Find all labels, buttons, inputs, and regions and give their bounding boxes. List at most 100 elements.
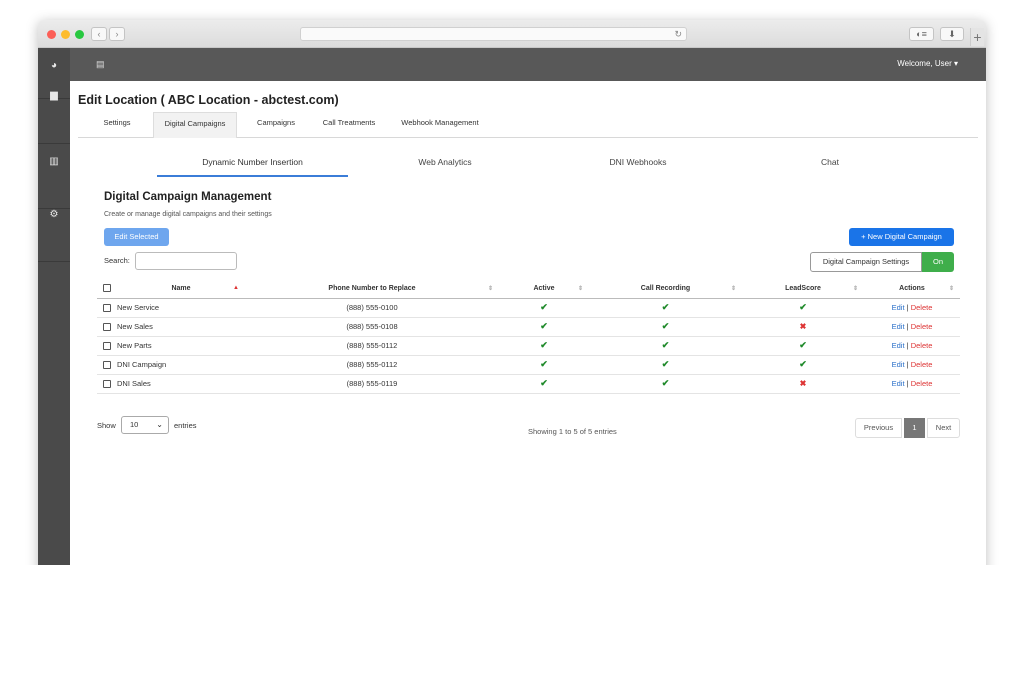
sort-icon[interactable]: ⇕ [949, 285, 954, 292]
edit-link[interactable]: Edit [892, 360, 905, 369]
header-phone[interactable]: Phone Number to Replace ⇕ [245, 279, 499, 299]
sort-asc-icon[interactable]: ▲ [233, 285, 239, 291]
active-check-icon: ✔ [499, 374, 589, 394]
row-select-cell [97, 317, 117, 337]
tab-digital-campaigns[interactable]: Digital Campaigns [153, 112, 237, 138]
search-input[interactable] [135, 252, 237, 270]
page-size-select[interactable]: 10 ⌄ [121, 416, 169, 434]
row-actions: Edit | Delete [864, 336, 960, 356]
close-window-button[interactable] [47, 30, 56, 39]
row-checkbox[interactable] [103, 361, 111, 369]
campaign-name: DNI Sales [117, 374, 245, 394]
url-bar[interactable]: ↻ [300, 27, 687, 41]
sort-icon[interactable]: ⇕ [731, 285, 736, 292]
action-separator: | [906, 303, 909, 312]
main-tabs: Settings Digital Campaigns Campaigns Cal… [78, 112, 978, 138]
table-row: DNI Sales (888) 555-0119 ✔ ✔ ✖ Edit | De… [97, 374, 960, 394]
leadscore-cross-icon: ✖ [742, 374, 864, 394]
edit-link[interactable]: Edit [892, 341, 905, 350]
menu-icon[interactable]: ▤ [96, 59, 105, 70]
delete-link[interactable]: Delete [911, 322, 933, 331]
select-all-checkbox[interactable] [103, 284, 111, 293]
row-checkbox[interactable] [103, 380, 111, 388]
row-actions: Edit | Delete [864, 317, 960, 337]
header-name-label: Name [171, 284, 191, 292]
header-active[interactable]: Active ⇕ [499, 279, 589, 299]
current-page-button[interactable]: 1 [904, 418, 925, 438]
recording-check-icon: ✔ [589, 317, 742, 337]
edit-link[interactable]: Edit [892, 303, 905, 312]
active-check-icon: ✔ [499, 298, 589, 318]
delete-link[interactable]: Delete [911, 341, 933, 350]
header-name[interactable]: Name ▲ [117, 279, 245, 299]
edit-link[interactable]: Edit [892, 379, 905, 388]
phone-number: (888) 555-0119 [245, 374, 499, 394]
phone-number: (888) 555-0112 [245, 336, 499, 356]
dashboard-icon[interactable]: ◕ [38, 50, 70, 82]
next-page-button[interactable]: Next [927, 418, 960, 438]
search-label: Search: [104, 256, 130, 265]
header-call-recording-label: Call Recording [640, 284, 691, 292]
reader-icon[interactable]: ◐≡ [909, 27, 934, 41]
row-select-cell [97, 355, 117, 375]
edit-link[interactable]: Edit [892, 322, 905, 331]
new-tab-icon[interactable]: + [970, 28, 984, 46]
chat-icon[interactable]: ▆ [38, 80, 70, 112]
top-navbar: ▤ Welcome, User ▾ [70, 48, 986, 81]
subtab-dni-webhooks[interactable]: DNI Webhooks [578, 157, 698, 177]
phone-number: (888) 555-0112 [245, 355, 499, 375]
table-row: New Sales (888) 555-0108 ✔ ✔ ✖ Edit | De… [97, 317, 960, 337]
header-leadscore-label: LeadScore [785, 284, 821, 292]
download-icon[interactable]: ⬇ [940, 27, 964, 41]
show-label: Show [97, 421, 116, 430]
tab-call-treatments[interactable]: Call Treatments [314, 112, 384, 138]
cogs-icon[interactable]: ⚙ [38, 199, 70, 231]
digital-campaign-settings-button[interactable]: Digital Campaign Settings [810, 252, 922, 272]
forward-icon[interactable]: › [109, 27, 125, 41]
back-icon[interactable]: ‹ [91, 27, 107, 41]
table-row: DNI Campaign (888) 555-0112 ✔ ✔ ✔ Edit |… [97, 355, 960, 375]
header-leadscore[interactable]: LeadScore ⇕ [742, 279, 864, 299]
subtab-web-analytics[interactable]: Web Analytics [385, 157, 505, 177]
recording-check-icon: ✔ [589, 355, 742, 375]
row-actions: Edit | Delete [864, 374, 960, 394]
delete-link[interactable]: Delete [911, 303, 933, 312]
header-actions[interactable]: Actions ⇕ [864, 279, 960, 299]
recording-check-icon: ✔ [589, 298, 742, 318]
campaign-name: DNI Campaign [117, 355, 245, 375]
table-header-row: Name ▲ Phone Number to Replace ⇕ Active ⇕ C… [97, 279, 960, 299]
sidebar-divider [38, 143, 70, 144]
showing-info: Showing 1 to 5 of 5 entries [528, 427, 617, 436]
delete-link[interactable]: Delete [911, 360, 933, 369]
chart-icon[interactable]: ▥ [38, 146, 70, 178]
minimize-window-button[interactable] [61, 30, 70, 39]
header-call-recording[interactable]: Call Recording ⇕ [589, 279, 742, 299]
browser-titlebar: ‹ › ↻ ◐≡ ⬇ + [38, 20, 986, 48]
row-checkbox[interactable] [103, 304, 111, 312]
maximize-window-button[interactable] [75, 30, 84, 39]
subtab-dynamic-number-insertion[interactable]: Dynamic Number Insertion [157, 157, 348, 177]
campaign-name: New Service [117, 298, 245, 318]
row-select-cell [97, 298, 117, 318]
reload-icon[interactable]: ↻ [674, 28, 682, 41]
previous-page-button[interactable]: Previous [855, 418, 902, 438]
row-checkbox[interactable] [103, 342, 111, 350]
edit-selected-button[interactable]: Edit Selected [104, 228, 169, 246]
tab-settings[interactable]: Settings [92, 112, 142, 138]
new-digital-campaign-button[interactable]: + New Digital Campaign [849, 228, 954, 246]
settings-toggle-on[interactable]: On [922, 252, 954, 272]
row-actions: Edit | Delete [864, 355, 960, 375]
header-active-label: Active [533, 284, 555, 292]
tab-campaigns[interactable]: Campaigns [248, 112, 304, 138]
sort-icon[interactable]: ⇕ [853, 285, 858, 292]
user-menu[interactable]: Welcome, User ▾ [897, 59, 958, 68]
subtab-chat[interactable]: Chat [770, 157, 890, 177]
phone-number: (888) 555-0100 [245, 298, 499, 318]
tab-webhook-management[interactable]: Webhook Management [392, 112, 488, 138]
sort-icon[interactable]: ⇕ [578, 285, 583, 292]
page-title: Edit Location ( ABC Location - abctest.c… [78, 93, 339, 107]
sort-icon[interactable]: ⇕ [488, 285, 493, 292]
row-checkbox[interactable] [103, 323, 111, 331]
delete-link[interactable]: Delete [911, 379, 933, 388]
campaign-name: New Sales [117, 317, 245, 337]
